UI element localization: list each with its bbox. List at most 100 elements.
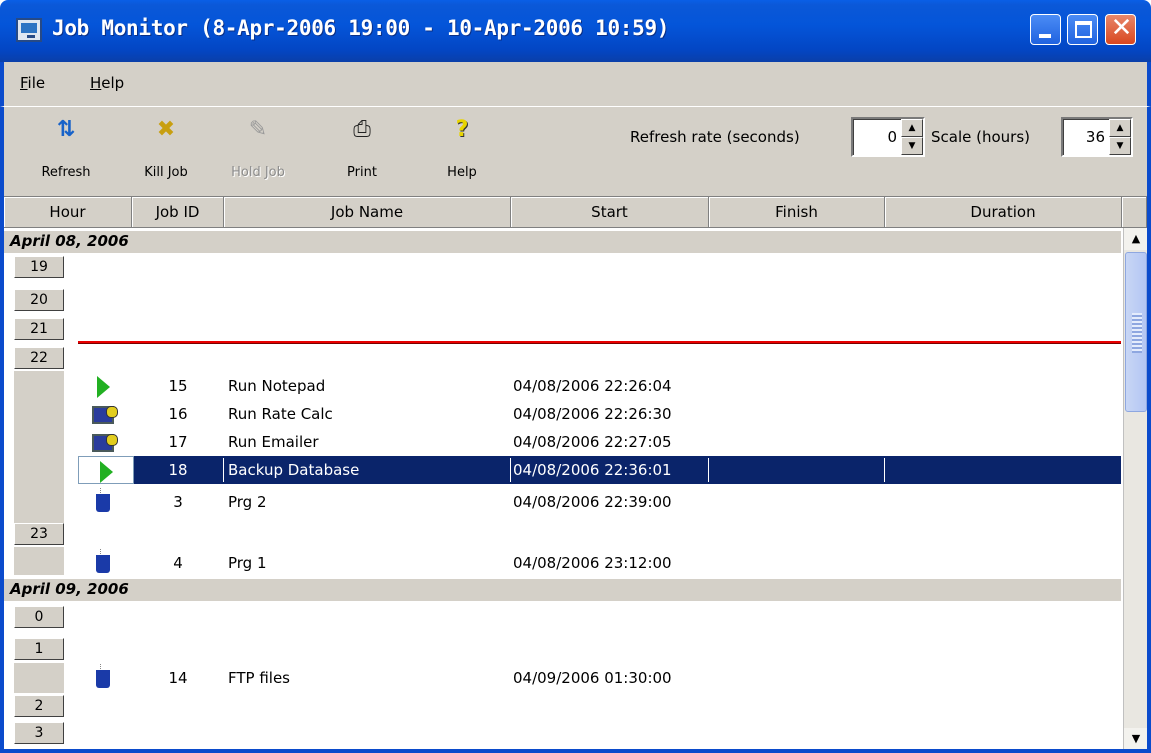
window-title: Job Monitor (8-Apr-2006 19:00 - 10-Apr-2… <box>52 16 670 40</box>
hour-button[interactable]: 1 <box>14 638 64 660</box>
job-start: 04/08/2006 22:39:00 <box>513 493 672 511</box>
column-job-id[interactable]: Job ID <box>132 197 224 228</box>
job-id: 14 <box>168 669 188 687</box>
job-id: 18 <box>168 461 188 479</box>
window-frame-right <box>1147 196 1151 749</box>
hour-button[interactable]: 23 <box>14 523 64 545</box>
coffee-icon <box>88 487 118 516</box>
hour-column-band <box>14 547 64 575</box>
job-id: 4 <box>173 554 183 572</box>
hold-job-label: Hold Job <box>231 165 285 180</box>
job-id: 16 <box>168 405 188 423</box>
printer-icon: ⎙ <box>353 117 371 142</box>
job-start: 04/08/2006 22:27:05 <box>513 433 672 451</box>
job-start: 04/08/2006 22:36:01 <box>513 461 672 479</box>
job-row[interactable]: 14 FTP files 04/09/2006 01:30:00 <box>78 663 1121 692</box>
cell-divider <box>708 458 709 482</box>
job-name: Prg 1 <box>228 554 267 572</box>
job-row[interactable]: 17 Run Emailer 04/08/2006 22:27:05 <box>78 428 1121 456</box>
date-group-header: April 09, 2006 <box>4 579 1121 601</box>
coffee-icon <box>88 548 118 577</box>
kill-job-label: Kill Job <box>144 165 188 180</box>
maximize-icon <box>1075 21 1092 38</box>
refresh-arrows-icon: ⇅ <box>56 117 76 142</box>
refresh-rate-label: Refresh rate (seconds) <box>630 128 800 146</box>
hour-button[interactable]: 19 <box>14 256 64 278</box>
minimize-icon <box>1039 34 1051 38</box>
refresh-button[interactable]: ⇅ Refresh <box>26 115 106 181</box>
help-label: Help <box>447 165 477 180</box>
hold-job-button[interactable]: ✎ Hold Job <box>218 115 298 181</box>
column-job-name[interactable]: Job Name <box>224 197 511 228</box>
scale-up-icon[interactable]: ▲ <box>1109 119 1131 137</box>
job-row[interactable]: 15 Run Notepad 04/08/2006 22:26:04 <box>78 372 1121 400</box>
job-id: 15 <box>168 377 188 395</box>
refresh-rate-arrows: ▲ ▼ <box>901 119 923 155</box>
scrollbar-thumb[interactable] <box>1125 252 1147 412</box>
job-start: 04/09/2006 01:30:00 <box>513 669 672 687</box>
pin-icon: ✎ <box>248 117 268 142</box>
refresh-rate-down-icon[interactable]: ▼ <box>901 137 923 155</box>
column-duration[interactable]: Duration <box>885 197 1122 228</box>
hour-button[interactable]: 20 <box>14 289 64 311</box>
maximize-button[interactable] <box>1067 14 1098 45</box>
question-icon: ? <box>455 117 469 142</box>
column-header-row: Hour Job ID Job Name Start Finish Durati… <box>4 197 1147 228</box>
menu-help-label: elp <box>101 74 125 92</box>
scale-spinner[interactable]: 36 ▲ ▼ <box>1061 117 1133 157</box>
hour-button[interactable]: 0 <box>14 606 64 628</box>
help-button[interactable]: ? Help <box>422 115 502 181</box>
refresh-rate-spinner[interactable]: 0 ▲ ▼ <box>851 117 925 157</box>
job-row[interactable]: 3 Prg 2 04/08/2006 22:39:00 <box>78 487 1121 516</box>
column-hour[interactable]: Hour <box>4 197 132 228</box>
menu-file-label: ile <box>27 74 46 92</box>
job-row[interactable]: 16 Run Rate Calc 04/08/2006 22:26:30 <box>78 400 1121 428</box>
current-time-line <box>78 341 1121 344</box>
kill-job-button[interactable]: ✖ Kill Job <box>126 115 206 181</box>
job-start: 04/08/2006 23:12:00 <box>513 554 672 572</box>
scale-value[interactable]: 36 <box>1086 128 1105 146</box>
scale-label: Scale (hours) <box>931 128 1031 146</box>
job-row[interactable]: 4 Prg 1 04/08/2006 23:12:00 <box>78 548 1121 577</box>
job-start: 04/08/2006 22:26:04 <box>513 377 672 395</box>
job-grid[interactable]: Hour Job ID Job Name Start Finish Durati… <box>4 196 1148 750</box>
refresh-rate-up-icon[interactable]: ▲ <box>901 119 923 137</box>
refresh-rate-value[interactable]: 0 <box>887 128 897 146</box>
hour-button[interactable]: 21 <box>14 318 64 340</box>
computer-job-icon <box>88 428 118 456</box>
scroll-down-arrow-icon[interactable]: ▼ <box>1124 728 1148 750</box>
scale-down-icon[interactable]: ▼ <box>1109 137 1131 155</box>
cell-divider <box>510 458 511 482</box>
app-monitor-icon[interactable] <box>16 18 42 42</box>
job-name: Run Notepad <box>228 377 326 395</box>
kill-job-icon: ✖ <box>156 117 176 142</box>
scale-arrows: ▲ ▼ <box>1109 119 1131 155</box>
print-button[interactable]: ⎙ Print <box>322 115 402 181</box>
window-frame-bottom <box>0 749 1151 753</box>
play-icon <box>88 372 118 400</box>
hour-column-band <box>14 371 64 523</box>
cell-divider <box>223 458 224 482</box>
job-id: 17 <box>168 433 188 451</box>
refresh-label: Refresh <box>41 165 91 180</box>
job-name: Run Rate Calc <box>228 405 333 423</box>
hour-button[interactable]: 3 <box>14 722 64 744</box>
hour-button[interactable]: 2 <box>14 695 64 717</box>
job-id: 3 <box>173 493 183 511</box>
menu-help[interactable]: Help <box>90 74 124 92</box>
title-bar[interactable]: Job Monitor (8-Apr-2006 19:00 - 10-Apr-2… <box>0 0 1151 62</box>
column-spacer <box>1122 197 1147 228</box>
hour-column-band <box>14 663 64 693</box>
job-row-selected[interactable]: 18 Backup Database 04/08/2006 22:36:01 <box>78 456 1121 484</box>
job-name: Prg 2 <box>228 493 267 511</box>
menu-file[interactable]: File <box>20 74 45 92</box>
minimize-button[interactable] <box>1030 14 1061 45</box>
close-button[interactable]: ✕ <box>1105 13 1136 45</box>
column-finish[interactable]: Finish <box>709 197 885 228</box>
scroll-up-arrow-icon[interactable]: ▲ <box>1124 228 1148 250</box>
grip-icon <box>1132 313 1142 353</box>
toolbar: ⇅ Refresh ✖ Kill Job ✎ Hold Job ⎙ Print … <box>0 106 1151 196</box>
hour-button[interactable]: 22 <box>14 347 64 369</box>
vertical-scrollbar[interactable]: ▲ ▼ <box>1123 228 1148 750</box>
column-start[interactable]: Start <box>511 197 709 228</box>
